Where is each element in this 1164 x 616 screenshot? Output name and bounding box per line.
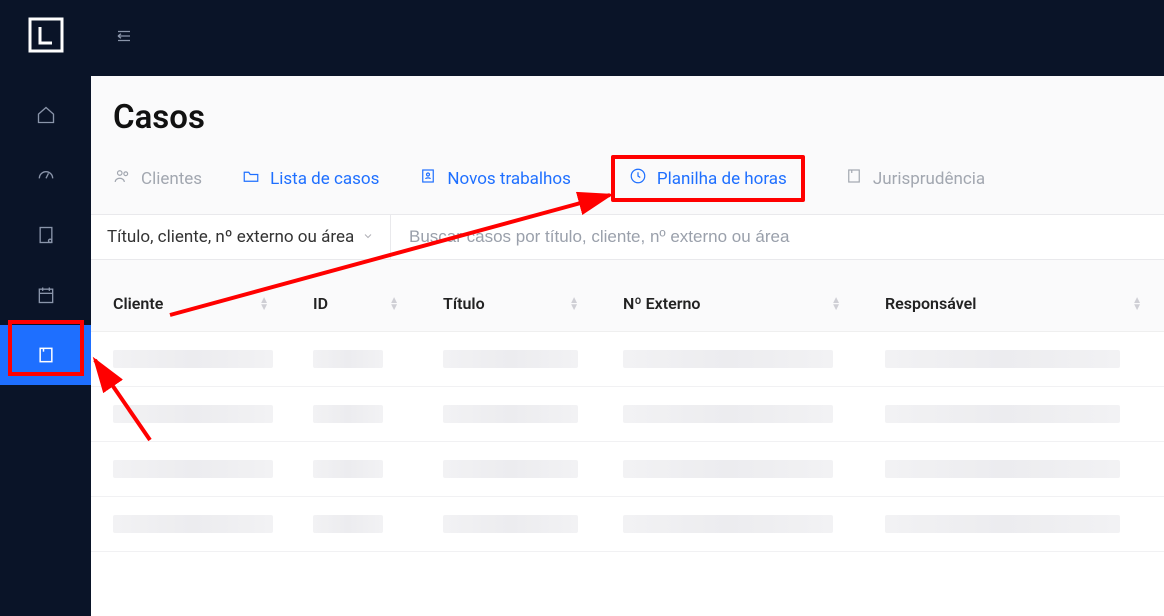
new-work-icon xyxy=(419,167,437,190)
sort-icon: ▲▼ xyxy=(831,297,841,311)
th-label: Cliente xyxy=(113,294,163,313)
users-icon xyxy=(113,167,131,190)
skeleton-cell xyxy=(313,350,383,368)
tabs: Clientes Lista de casos Novos trabalhos … xyxy=(113,155,1164,214)
skeleton-cell xyxy=(313,460,383,478)
table-header: Cliente ▲▼ ID ▲▼ Título ▲▼ Nº Externo ▲▼ Res… xyxy=(91,276,1164,332)
table-row[interactable] xyxy=(91,332,1164,387)
nav-docs[interactable] xyxy=(0,205,91,265)
filter-search-wrap xyxy=(391,215,1164,259)
skeleton-cell xyxy=(885,405,1120,423)
nav-calendar[interactable] xyxy=(0,265,91,325)
th-label: Título xyxy=(443,294,485,313)
skeleton-cell xyxy=(313,405,383,423)
tab-label: Clientes xyxy=(141,169,202,189)
sort-icon: ▲▼ xyxy=(259,297,269,311)
th-id[interactable]: ID ▲▼ xyxy=(291,276,421,331)
skeleton-cell xyxy=(623,405,833,423)
skeleton-cell xyxy=(623,350,833,368)
sidebar xyxy=(0,0,91,616)
skeleton-cell xyxy=(113,405,273,423)
skeleton-cell xyxy=(885,515,1120,533)
th-label: ID xyxy=(313,294,328,313)
folder-icon xyxy=(242,167,260,190)
skeleton-cell xyxy=(443,405,578,423)
table-body xyxy=(91,332,1164,552)
th-label: Responsável xyxy=(885,294,976,313)
skeleton-cell xyxy=(113,350,273,368)
toggle-sidebar-button[interactable] xyxy=(115,27,133,49)
table-row[interactable] xyxy=(91,442,1164,497)
book-icon xyxy=(845,167,863,190)
tab-clientes[interactable]: Clientes xyxy=(113,159,202,198)
tab-lista-casos[interactable]: Lista de casos xyxy=(242,159,379,198)
tab-jurisprudencia[interactable]: Jurisprudência xyxy=(845,159,985,198)
tab-label: Planilha de horas xyxy=(657,169,787,189)
cases-table: Cliente ▲▼ ID ▲▼ Título ▲▼ Nº Externo ▲▼ Res… xyxy=(91,260,1164,552)
skeleton-cell xyxy=(623,460,833,478)
chevron-down-icon xyxy=(362,227,374,247)
table-row[interactable] xyxy=(91,497,1164,552)
skeleton-cell xyxy=(443,460,578,478)
th-label: Nº Externo xyxy=(623,294,700,313)
app-logo xyxy=(26,15,66,55)
skeleton-cell xyxy=(313,515,383,533)
tab-label: Lista de casos xyxy=(270,169,379,189)
tab-label: Jurisprudência xyxy=(873,169,985,189)
th-cliente[interactable]: Cliente ▲▼ xyxy=(91,276,291,331)
tab-planilha-horas[interactable]: Planilha de horas xyxy=(611,155,805,202)
nav-cases[interactable] xyxy=(0,325,91,385)
sort-icon: ▲▼ xyxy=(569,297,579,311)
filter-field-selector[interactable]: Título, cliente, nº externo ou área xyxy=(91,215,391,259)
skeleton-cell xyxy=(623,515,833,533)
skeleton-cell xyxy=(443,350,578,368)
tab-novos-trabalhos[interactable]: Novos trabalhos xyxy=(419,159,571,198)
topbar xyxy=(91,0,1164,76)
page-title: Casos xyxy=(113,98,1164,137)
tab-label: Novos trabalhos xyxy=(447,169,571,189)
skeleton-cell xyxy=(443,515,578,533)
main-content: Casos Clientes Lista de casos Novos trab… xyxy=(91,76,1164,616)
clock-icon xyxy=(629,167,647,190)
sort-icon: ▲▼ xyxy=(389,297,399,311)
skeleton-cell xyxy=(885,350,1120,368)
sort-icon: ▲▼ xyxy=(1132,297,1142,311)
nav-home[interactable] xyxy=(0,85,91,145)
th-resp[interactable]: Responsável ▲▼ xyxy=(863,276,1164,331)
filter-bar: Título, cliente, nº externo ou área xyxy=(91,214,1164,260)
nav-dashboard[interactable] xyxy=(0,145,91,205)
skeleton-cell xyxy=(113,460,273,478)
skeleton-cell xyxy=(113,515,273,533)
th-titulo[interactable]: Título ▲▼ xyxy=(421,276,601,331)
table-row[interactable] xyxy=(91,387,1164,442)
search-input[interactable] xyxy=(409,227,1146,247)
filter-select-label: Título, cliente, nº externo ou área xyxy=(107,227,354,247)
page-header: Casos Clientes Lista de casos Novos trab… xyxy=(91,76,1164,214)
skeleton-cell xyxy=(885,460,1120,478)
th-externo[interactable]: Nº Externo ▲▼ xyxy=(601,276,863,331)
